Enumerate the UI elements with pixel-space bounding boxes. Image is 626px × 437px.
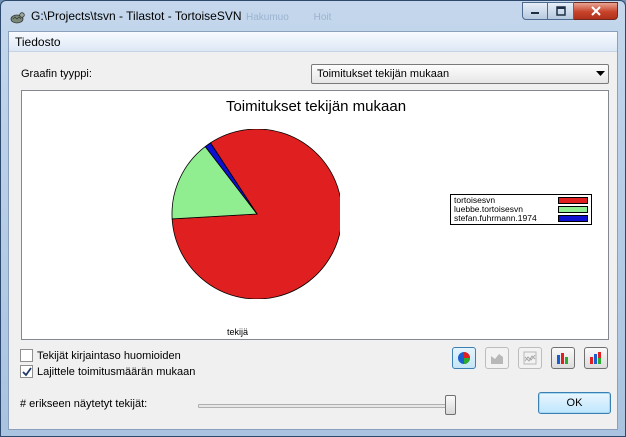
legend-swatch (558, 215, 588, 222)
stacked-line-chart-button[interactable] (518, 347, 542, 369)
minimize-icon (531, 12, 539, 14)
area-chart-button[interactable] (485, 347, 509, 369)
bar-chart-icon (557, 353, 568, 364)
sort-by-commits-option[interactable]: Lajittele toimitusmäärän mukaan (20, 365, 195, 378)
legend-swatch (558, 197, 588, 204)
checkmark-icon (21, 366, 32, 376)
chart-legend: tortoisesvn luebbe.tortoisesvn stefan.fuhr… (450, 194, 592, 225)
separate-authors-label: # erikseen näytetyt tekijät: (20, 398, 148, 410)
stacked-bar-chart-icon (590, 352, 601, 364)
minimize-button[interactable] (522, 2, 548, 20)
graph-type-label: Graafin tyyppi: (21, 68, 92, 80)
close-icon (590, 6, 601, 16)
legend-swatch (558, 206, 588, 213)
area-chart-icon (491, 354, 503, 364)
title-bar[interactable]: G:\Projects\tsvn - Tilastot - TortoiseSV… (1, 1, 625, 31)
separate-authors-slider-thumb[interactable] (445, 395, 456, 415)
ghost-menu-item: Hakumuo (246, 12, 289, 23)
pie-chart-button[interactable] (452, 347, 476, 369)
ok-button[interactable]: OK (538, 392, 611, 414)
chart-x-label: tekijä (227, 327, 249, 337)
ignore-case-option[interactable]: Tekijät kirjaintaso huomioiden (20, 349, 181, 362)
maximize-icon (555, 6, 566, 16)
menu-bar: Tiedosto (9, 32, 617, 52)
caption-buttons (522, 2, 618, 20)
separate-authors-slider-track[interactable] (198, 404, 456, 408)
maximize-button[interactable] (548, 2, 574, 20)
stacked-line-chart-icon (523, 351, 537, 365)
menu-file[interactable]: Tiedosto (15, 35, 61, 49)
bar-chart-button[interactable] (551, 347, 575, 369)
sort-by-commits-checkbox[interactable] (20, 365, 33, 378)
chevron-down-icon (596, 71, 605, 76)
pie-chart (171, 129, 340, 299)
ignore-case-label: Tekijät kirjaintaso huomioiden (37, 349, 181, 362)
graph-type-value: Toimitukset tekijän mukaan (317, 68, 450, 80)
pie-chart-icon (458, 352, 470, 364)
chart-panel: Toimitukset tekijän mukaan tekijä tortoi… (21, 90, 609, 340)
sort-by-commits-label: Lajittele toimitusmäärän mukaan (37, 365, 196, 378)
stacked-bar-chart-button[interactable] (584, 347, 608, 369)
ignore-case-checkbox[interactable] (20, 349, 33, 362)
window-title: G:\Projects\tsvn - Tilastot - TortoiseSV… (31, 9, 242, 23)
legend-entry: stefan.fuhrmann.1974 (454, 214, 588, 223)
ghost-menu-item: Hoit (313, 12, 332, 23)
graph-type-select[interactable]: Toimitukset tekijän mukaan (311, 64, 609, 84)
chart-title: Toimitukset tekijän mukaan (225, 98, 407, 115)
legend-label: stefan.fuhrmann.1974 (454, 213, 537, 223)
close-button[interactable] (574, 2, 618, 20)
tortoisesvn-app-icon (10, 12, 25, 24)
dialog-client-area: Tiedosto Graafin tyyppi: Toimitukset tek… (8, 31, 618, 430)
background-menu-ghost: Hakumuo Hoit (246, 12, 353, 23)
statistics-window: G:\Projects\tsvn - Tilastot - TortoiseSV… (0, 0, 626, 437)
